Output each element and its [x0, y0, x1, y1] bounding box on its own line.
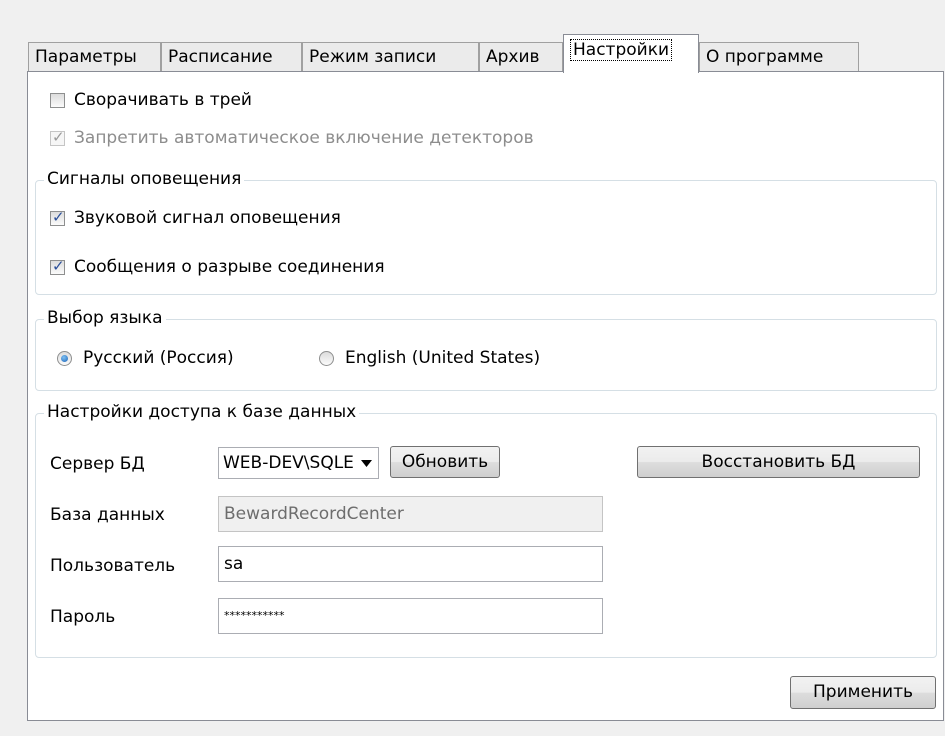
chevron-down-icon[interactable] [354, 448, 378, 478]
language-option-russian[interactable]: Русский (Россия) [57, 348, 234, 368]
language-option-english[interactable]: English (United States) [319, 348, 540, 368]
user-label: Пользователь [50, 556, 176, 576]
tab-parameters[interactable]: Параметры [28, 42, 161, 72]
minimize-tray-label: Сворачивать в трей [74, 90, 252, 110]
disconnect-alert-label: Сообщения о разрыве соединения [74, 257, 385, 277]
disable-detectors-option: Запретить автоматическое включение детек… [50, 128, 534, 148]
language-group-title: Выбор языка [44, 308, 166, 328]
user-field[interactable]: sa [218, 546, 603, 582]
tab-schedule[interactable]: Расписание [161, 42, 302, 72]
language-radio-russian[interactable] [57, 350, 72, 366]
disconnect-alert-checkbox[interactable] [50, 257, 65, 275]
tab-settings[interactable]: Настройки [563, 34, 699, 73]
disable-detectors-checkbox [50, 128, 65, 146]
disable-detectors-label: Запретить автоматическое включение детек… [74, 128, 534, 148]
minimize-tray-option[interactable]: Сворачивать в трей [50, 90, 252, 110]
tab-settings-label: Настройки [570, 39, 673, 61]
database-group-title: Настройки доступа к базе данных [44, 402, 360, 422]
password-field[interactable]: *********** [218, 598, 603, 634]
database-label: База данных [50, 505, 165, 525]
tab-archive[interactable]: Архив [479, 42, 563, 72]
server-label: Сервер БД [50, 454, 145, 474]
language-label-russian: Русский (Россия) [83, 348, 234, 368]
database-field: BewardRecordCenter [218, 496, 603, 532]
tab-about[interactable]: О программе [699, 42, 859, 72]
sound-alert-checkbox[interactable] [50, 208, 65, 226]
disconnect-alert-option[interactable]: Сообщения о разрыве соединения [50, 257, 385, 277]
password-label: Пароль [50, 607, 116, 627]
sound-alert-label: Звуковой сигнал оповещения [74, 208, 341, 228]
language-group: Выбор языка Русский (Россия) English (Un… [35, 308, 937, 391]
language-label-english: English (United States) [345, 348, 541, 368]
apply-button[interactable]: Применить [790, 676, 936, 709]
settings-panel: Сворачивать в трей Запретить автоматичес… [27, 71, 944, 721]
alerts-group-title: Сигналы оповещения [44, 169, 245, 189]
server-select[interactable]: WEB-DEV\SQLEXPRESS [218, 447, 379, 479]
refresh-button[interactable]: Обновить [390, 446, 500, 478]
minimize-tray-checkbox[interactable] [50, 92, 65, 108]
database-group: Настройки доступа к базе данных Сервер Б… [35, 402, 937, 658]
sound-alert-option[interactable]: Звуковой сигнал оповещения [50, 208, 341, 228]
tab-record-mode[interactable]: Режим записи [302, 42, 479, 72]
restore-db-button[interactable]: Восстановить БД [637, 446, 920, 478]
alerts-group: Сигналы оповещения Звуковой сигнал опове… [35, 169, 937, 295]
language-radio-english[interactable] [319, 350, 334, 366]
